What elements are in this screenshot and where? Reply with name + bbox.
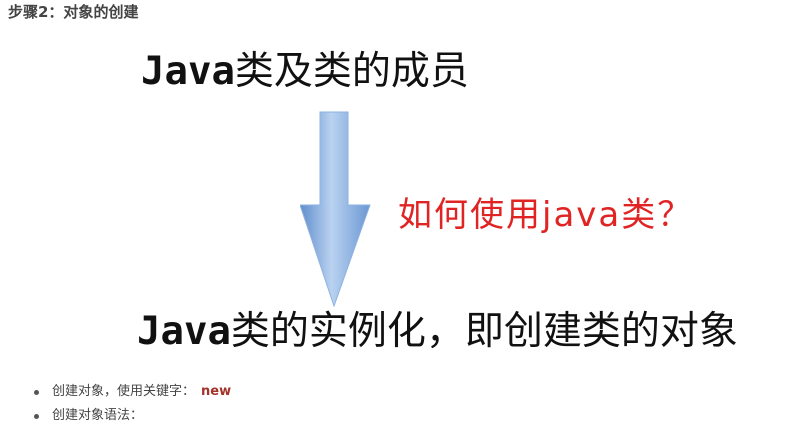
top-heading: Java类及类的成员 (141, 52, 469, 91)
bullet-text: 创建对象，使用关键字： (52, 384, 196, 399)
bullet-dot-icon (34, 414, 39, 419)
top-heading-text: 类及类的成员 (234, 49, 469, 94)
down-arrow-icon (300, 111, 371, 308)
list-item: 创建对象语法： (30, 405, 231, 429)
top-heading-code: Java (141, 49, 235, 94)
bottom-heading-code: Java (137, 309, 231, 354)
bullet-list: 创建对象，使用关键字： new 创建对象语法： (30, 381, 231, 429)
list-item: 创建对象，使用关键字： new (30, 381, 231, 405)
bottom-heading: Java类的实例化，即创建类的对象 (137, 312, 738, 351)
question-text: 如何使用java类？ (398, 195, 694, 235)
bullet-text: 创建对象语法： (52, 408, 144, 423)
bottom-heading-text: 类的实例化，即创建类的对象 (230, 309, 738, 354)
keyword-new: new (201, 384, 232, 399)
bullet-dot-icon (34, 390, 39, 395)
step-title: 步骤2：对象的创建 (8, 3, 139, 21)
